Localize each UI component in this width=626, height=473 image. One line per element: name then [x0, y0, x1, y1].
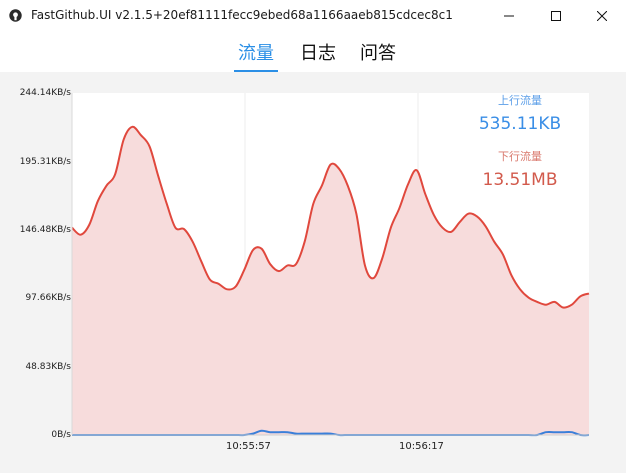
tab-faq[interactable]: 问答	[360, 39, 396, 65]
title-bar[interactable]: FastGithub.UI v2.1.5+20ef81111fecc9ebed6…	[0, 0, 626, 32]
close-icon	[597, 11, 607, 21]
minimize-icon	[504, 15, 514, 17]
download-traffic-value: 13.51MB	[482, 170, 558, 190]
maximize-button[interactable]	[533, 0, 579, 32]
download-traffic-title: 下行流量	[498, 150, 542, 163]
maximize-icon	[551, 11, 561, 21]
close-button[interactable]	[579, 0, 625, 32]
tab-traffic[interactable]: 流量	[238, 39, 274, 65]
y-tick-label: 97.66KB/s	[25, 293, 71, 303]
y-tick-label: 195.31KB/s	[19, 157, 71, 167]
y-tick-label: 146.48KB/s	[19, 225, 71, 235]
upload-traffic-value: 535.11KB	[478, 114, 562, 134]
upload-traffic-title: 上行流量	[498, 94, 542, 107]
traffic-panel: 244.14KB/s 195.31KB/s 146.48KB/s 97.66KB…	[0, 72, 626, 473]
y-tick-label: 244.14KB/s	[19, 88, 71, 98]
tab-logs[interactable]: 日志	[300, 39, 336, 65]
minimize-button[interactable]	[486, 0, 532, 32]
x-tick-label: 10:55:57	[226, 441, 271, 452]
app-window: FastGithub.UI v2.1.5+20ef81111fecc9ebed6…	[0, 0, 626, 473]
y-tick-label: 0B/s	[51, 430, 71, 440]
window-title: FastGithub.UI v2.1.5+20ef81111fecc9ebed6…	[31, 8, 453, 22]
app-logo-icon	[9, 9, 22, 22]
tab-bar: 流量 日志 问答	[0, 32, 626, 72]
y-tick-label: 48.83KB/s	[25, 362, 71, 372]
x-tick-label: 10:56:17	[399, 441, 444, 452]
